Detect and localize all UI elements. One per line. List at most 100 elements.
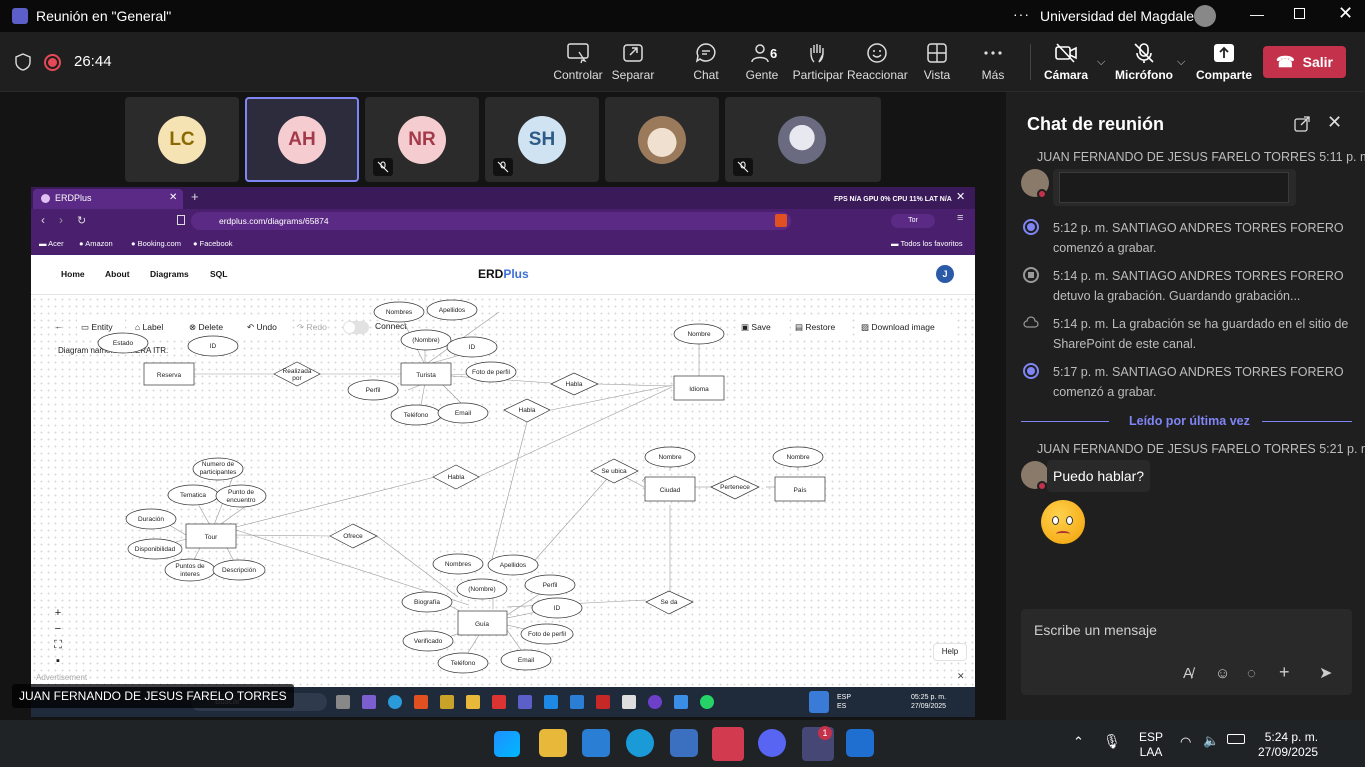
url-field[interactable]: erdplus.com/diagrams/65874: [191, 212, 791, 230]
wifi-icon[interactable]: ◠: [1180, 734, 1191, 750]
app-icon[interactable]: [492, 695, 506, 709]
folder-icon[interactable]: [466, 695, 480, 709]
bookmark-icon[interactable]: [177, 215, 185, 225]
app-icon[interactable]: [544, 695, 558, 709]
opera-icon[interactable]: [712, 727, 744, 761]
app-icon[interactable]: [622, 695, 636, 709]
app-icon[interactable]: [362, 695, 376, 709]
participant-tile-photo-cat[interactable]: [605, 97, 719, 182]
language-indicator[interactable]: ESP LAA: [1139, 730, 1163, 760]
profile-avatar[interactable]: [1194, 5, 1216, 27]
share-button[interactable]: Comparte: [1194, 42, 1254, 82]
nav-sql[interactable]: SQL: [210, 269, 227, 279]
mic-options-icon[interactable]: ⌵: [1177, 56, 1185, 69]
edge-icon[interactable]: [388, 695, 402, 709]
user-avatar[interactable]: J: [936, 265, 954, 283]
bookmarks-bar: ▬ Acer ● Amazon ● Booking.com ● Facebook…: [31, 233, 975, 255]
github-icon[interactable]: [648, 695, 662, 709]
brave-icon[interactable]: [414, 695, 428, 709]
control-button[interactable]: Controlar: [548, 42, 608, 82]
back-icon[interactable]: ‹: [41, 213, 45, 227]
loop-icon[interactable]: ◌: [1247, 665, 1256, 682]
zoom-in-icon[interactable]: +: [49, 605, 67, 621]
format-icon[interactable]: A̸: [1183, 665, 1193, 682]
people-button[interactable]: Gente: [732, 42, 792, 82]
app-icon[interactable]: [336, 695, 350, 709]
raise-hand-button[interactable]: Participar: [788, 42, 848, 82]
view-button[interactable]: Vista: [907, 42, 967, 82]
popout-chat-icon[interactable]: [1294, 116, 1310, 132]
bookmark-amazon[interactable]: ● Amazon: [79, 239, 113, 248]
show-hidden-icon[interactable]: ⌃: [1073, 734, 1084, 750]
participant-tile-ah[interactable]: AH: [245, 97, 359, 182]
nav-home[interactable]: Home: [61, 269, 85, 279]
volume-icon[interactable]: 🔈: [1203, 733, 1219, 749]
edge-icon[interactable]: [626, 729, 654, 757]
participant-tile-nr[interactable]: NR: [365, 97, 479, 182]
teams-taskbar-icon[interactable]: [518, 695, 532, 709]
more-icon[interactable]: ···: [1013, 6, 1030, 22]
lock-icon[interactable]: ▪: [49, 653, 67, 669]
bookmark-facebook[interactable]: ● Facebook: [193, 239, 233, 248]
windows-start-icon[interactable]: [494, 731, 520, 757]
close-window-icon[interactable]: ✕: [1338, 3, 1353, 24]
mic-muted-icon[interactable]: 🎙: [1103, 733, 1121, 750]
send-icon[interactable]: ➤: [1319, 663, 1332, 683]
bookmark-booking[interactable]: ● Booking.com: [131, 239, 181, 248]
camera-options-icon[interactable]: ⌵: [1097, 56, 1105, 69]
svg-text:Teléfono: Teléfono: [404, 412, 429, 419]
emoji-icon[interactable]: ☺: [1215, 665, 1230, 682]
browser-tab[interactable]: ERDPlus ✕: [33, 189, 183, 209]
message-bubble[interactable]: Puedo hablar?: [1047, 460, 1151, 492]
app-icon[interactable]: [670, 729, 698, 757]
app-icon[interactable]: [440, 695, 454, 709]
message-bubble-image[interactable]: [1053, 169, 1296, 206]
whatsapp-icon[interactable]: [700, 695, 714, 709]
new-tab-icon[interactable]: +: [191, 189, 199, 204]
svg-text:Duración: Duración: [138, 516, 164, 523]
tor-button[interactable]: Tor: [891, 214, 935, 228]
camera-button[interactable]: Cámara: [1036, 42, 1096, 82]
clock[interactable]: 5:24 p. m. 27/09/2025: [1258, 730, 1318, 760]
svg-text:Nombre: Nombre: [687, 331, 711, 338]
file-explorer-icon[interactable]: [539, 729, 567, 757]
compose-box[interactable]: Escribe un mensaje A̸ ☺ ◌ + ➤: [1021, 609, 1352, 695]
close-chat-icon[interactable]: ✕: [1327, 112, 1342, 133]
battery-icon[interactable]: [1227, 734, 1245, 744]
vscode-icon[interactable]: [570, 695, 584, 709]
discord-icon[interactable]: [758, 729, 786, 757]
app-icon[interactable]: [596, 695, 610, 709]
camera-off-icon: [1055, 43, 1077, 63]
browser-close-icon[interactable]: ✕: [956, 190, 965, 203]
app-icon[interactable]: [674, 695, 688, 709]
bookmark-acer[interactable]: ▬ Acer: [39, 239, 64, 248]
tab-close-icon[interactable]: ✕: [169, 192, 177, 203]
undock-button[interactable]: Separar: [603, 42, 663, 82]
store-icon[interactable]: [582, 729, 610, 757]
ad-close-icon[interactable]: ✕: [957, 671, 965, 682]
app-icon[interactable]: [846, 729, 874, 757]
all-bookmarks[interactable]: ▬ Todos los favoritos: [891, 239, 963, 248]
participant-tile-lc[interactable]: LC: [125, 97, 239, 182]
brave-shield-icon[interactable]: [775, 214, 787, 227]
maximize-icon[interactable]: [1294, 8, 1305, 19]
zoom-out-icon[interactable]: −: [49, 621, 67, 637]
leave-button[interactable]: ☎ Salir: [1263, 46, 1346, 78]
chat-button[interactable]: Chat: [676, 42, 736, 82]
help-button[interactable]: Help: [933, 643, 967, 661]
add-icon[interactable]: +: [1279, 662, 1290, 683]
reload-icon[interactable]: ↻: [77, 214, 86, 227]
more-button[interactable]: Más: [963, 42, 1023, 82]
nav-diagrams[interactable]: Diagrams: [150, 269, 189, 279]
nav-about[interactable]: About: [105, 269, 130, 279]
microphone-button[interactable]: Micrófono: [1114, 42, 1174, 82]
forward-icon[interactable]: ›: [59, 213, 63, 227]
menu-icon[interactable]: ≡: [957, 212, 963, 224]
fit-view-icon[interactable]: ⛶: [49, 637, 67, 653]
shared-mic-icon[interactable]: [809, 691, 829, 713]
participant-tile-photo[interactable]: [725, 97, 881, 182]
minimize-icon[interactable]: —: [1250, 6, 1264, 22]
react-button[interactable]: Reaccionar: [847, 42, 908, 82]
participant-tile-sh[interactable]: SH: [485, 97, 599, 182]
erd-diagram[interactable]: Reserva Turista Idioma Ciudad País Tour …: [31, 295, 975, 675]
